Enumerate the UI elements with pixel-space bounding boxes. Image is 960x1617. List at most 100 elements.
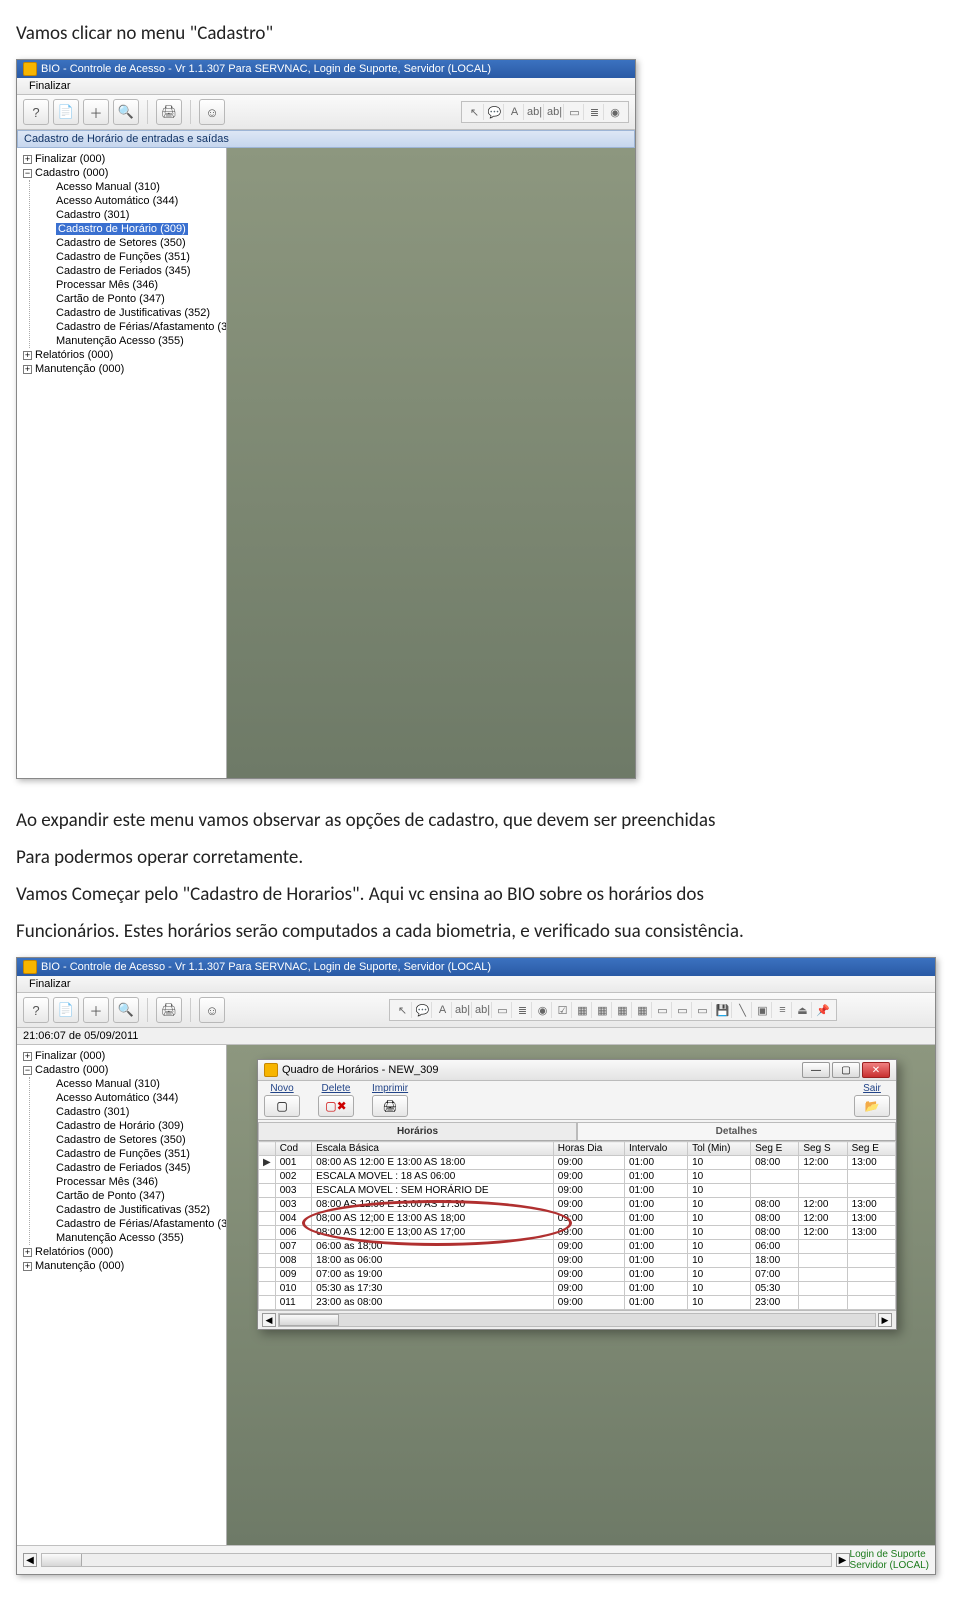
grid-cell[interactable]: 01:00 [625, 1184, 688, 1198]
ab-icon[interactable]: ab| [454, 1002, 472, 1018]
grid-cell[interactable]: 10 [688, 1226, 751, 1240]
grid-hscrollbar[interactable]: ◀ ▶ [258, 1310, 896, 1329]
grid-cell[interactable]: 006 [275, 1226, 311, 1240]
grid-cell[interactable]: 09:00 [553, 1282, 624, 1296]
grid-cell[interactable]: 08;00 AS 12;00 E 13:00 AS 18;00 [312, 1212, 554, 1226]
tree-item[interactable]: Cadastro de Férias/Afastamento (3 [52, 1217, 224, 1231]
grid-cell[interactable] [799, 1254, 847, 1268]
scroll-left-icon[interactable]: ◀ [262, 1313, 276, 1327]
grid3-icon[interactable]: ▦ [614, 1002, 632, 1018]
grid-cell[interactable]: 003 [275, 1198, 311, 1212]
table-row[interactable]: 00818:00 as 06:0009:0001:001018:00 [259, 1254, 896, 1268]
table-row[interactable]: 00907:00 as 19:0009:0001:001007:00 [259, 1268, 896, 1282]
tree-pane[interactable]: +Finalizar (000) −Cadastro (000) Acesso … [17, 1045, 227, 1545]
grid-cell[interactable]: 12:00 [799, 1212, 847, 1226]
grid4-icon[interactable]: ▦ [634, 1002, 652, 1018]
imprimir-button[interactable]: 🖨 [372, 1095, 408, 1117]
grid-cell[interactable]: 13:00 [847, 1156, 895, 1170]
grid-cell[interactable]: 010 [275, 1282, 311, 1296]
list-icon[interactable]: ≣ [514, 1002, 532, 1018]
tree-item[interactable]: Acesso Manual (310) [52, 1077, 224, 1091]
tree-item-finalizar[interactable]: +Finalizar (000) [19, 152, 224, 166]
subwindow-titlebar[interactable]: Quadro de Horários - NEW_309 — ▢ ✕ [258, 1060, 896, 1081]
grid-cell[interactable]: 008 [275, 1254, 311, 1268]
grid-cell[interactable]: 12:00 [799, 1156, 847, 1170]
grid-cell[interactable] [847, 1268, 895, 1282]
grid-col-header[interactable]: Horas Dia [553, 1142, 624, 1156]
a-icon[interactable]: A [506, 104, 524, 120]
grid-cell[interactable]: 08:00 [751, 1226, 799, 1240]
grid-cell[interactable]: 05:30 [751, 1282, 799, 1296]
grid-cell[interactable]: 08:00 [751, 1156, 799, 1170]
a-icon[interactable]: A [434, 1002, 452, 1018]
grid-cell[interactable]: 07:00 [751, 1268, 799, 1282]
pointer-icon[interactable]: ↖ [466, 104, 484, 120]
grid-col-header[interactable] [259, 1142, 276, 1156]
grid-cell[interactable]: 10 [688, 1240, 751, 1254]
tree-item-cadastro[interactable]: −Cadastro (000) [19, 1063, 224, 1077]
chat-icon[interactable]: 💬 [414, 1002, 432, 1018]
minimize-button[interactable]: — [802, 1062, 830, 1078]
tree-item[interactable]: Cadastro (301) [52, 1105, 224, 1119]
grid-cell[interactable]: 01:00 [625, 1212, 688, 1226]
grid-cell[interactable]: 01:00 [625, 1240, 688, 1254]
tree-item[interactable]: Processar Mês (346) [52, 1175, 224, 1189]
grid-cell[interactable] [847, 1254, 895, 1268]
tree-item[interactable]: Acesso Automático (344) [52, 1091, 224, 1105]
bars-icon[interactable]: ≡ [774, 1002, 792, 1018]
grid-cell[interactable]: 10 [688, 1282, 751, 1296]
grid-cell[interactable]: 10 [688, 1254, 751, 1268]
tree-item[interactable]: Manutenção Acesso (355) [52, 334, 224, 348]
tree-item-relatorios[interactable]: +Relatórios (000) [19, 348, 224, 362]
grid2-icon[interactable]: ▦ [594, 1002, 612, 1018]
table-row[interactable]: 003ESCALA MOVEL : SEM HORÁRIO DE09:0001:… [259, 1184, 896, 1198]
tree-item[interactable]: Processar Mês (346) [52, 278, 224, 292]
plus-icon[interactable]: ＋ [83, 99, 109, 125]
grid-cell[interactable]: 10 [688, 1268, 751, 1282]
grid-cell[interactable]: 10 [688, 1170, 751, 1184]
abl-icon[interactable]: ab| [546, 104, 564, 120]
grid-cell[interactable] [799, 1170, 847, 1184]
tree-item[interactable]: Cadastro (301) [52, 208, 224, 222]
grid-cell[interactable]: 08:00 AS 12:00 E 13:00 AS 18:00 [312, 1156, 554, 1170]
rect-icon[interactable]: ▭ [566, 104, 584, 120]
pin-icon[interactable]: 📌 [814, 1002, 832, 1018]
grid-cell[interactable]: 09:00 [553, 1212, 624, 1226]
tree-item[interactable]: Cadastro de Setores (350) [52, 236, 224, 250]
tree-item-manutencao[interactable]: +Manutenção (000) [19, 362, 224, 376]
grid-cell[interactable] [847, 1240, 895, 1254]
scroll-thumb[interactable] [279, 1314, 339, 1326]
table-row[interactable]: 00706:00 as 18;0009:0001:001006:00 [259, 1240, 896, 1254]
grid-cell[interactable]: 09:00 [553, 1170, 624, 1184]
exit-icon[interactable]: ⏏ [794, 1002, 812, 1018]
grid-cell[interactable]: 01:00 [625, 1156, 688, 1170]
pointer-icon[interactable]: ↖ [394, 1002, 412, 1018]
table-row[interactable]: 00308:00 AS 12:00 E 13:00 AS 17:3009:000… [259, 1198, 896, 1212]
grid-cell[interactable]: 003 [275, 1184, 311, 1198]
table-row[interactable]: 00408;00 AS 12;00 E 13:00 AS 18;0009:000… [259, 1212, 896, 1226]
tab-icon[interactable]: ▭ [674, 1002, 692, 1018]
tree-item-manutencao[interactable]: +Manutenção (000) [19, 1259, 224, 1273]
grid-cell[interactable]: 18:00 [751, 1254, 799, 1268]
tab-horarios[interactable]: Horários [258, 1122, 577, 1140]
table-row[interactable]: 00608;00 AS 12:00 E 13;00 AS 17;0009:000… [259, 1226, 896, 1240]
grid-cell[interactable]: 01:00 [625, 1198, 688, 1212]
grid-col-header[interactable]: Seg E [847, 1142, 895, 1156]
rect-icon[interactable]: ▭ [494, 1002, 512, 1018]
grid-cell[interactable]: 01:00 [625, 1170, 688, 1184]
line-icon[interactable]: ╲ [734, 1002, 752, 1018]
tree-item[interactable]: Cadastro de Feriados (345) [52, 1161, 224, 1175]
tree-item-relatorios[interactable]: +Relatórios (000) [19, 1245, 224, 1259]
tree-item[interactable]: Cadastro de Horário (309) [52, 1119, 224, 1133]
preview-icon[interactable]: 🔍 [113, 997, 139, 1023]
grid-cell[interactable]: 13:00 [847, 1198, 895, 1212]
tree-item[interactable]: Cadastro de Horário (309) [52, 222, 224, 236]
grid-col-header[interactable]: Tol (Min) [688, 1142, 751, 1156]
radio-icon[interactable]: ◉ [606, 104, 624, 120]
grid-cell[interactable]: 18:00 as 06:00 [312, 1254, 554, 1268]
tree-item[interactable]: Manutenção Acesso (355) [52, 1231, 224, 1245]
scroll-left-icon[interactable]: ◀ [23, 1553, 37, 1567]
grid-cell[interactable]: 01:00 [625, 1226, 688, 1240]
tree-item[interactable]: Cadastro de Feriados (345) [52, 264, 224, 278]
grid-cell[interactable]: 01:00 [625, 1296, 688, 1310]
